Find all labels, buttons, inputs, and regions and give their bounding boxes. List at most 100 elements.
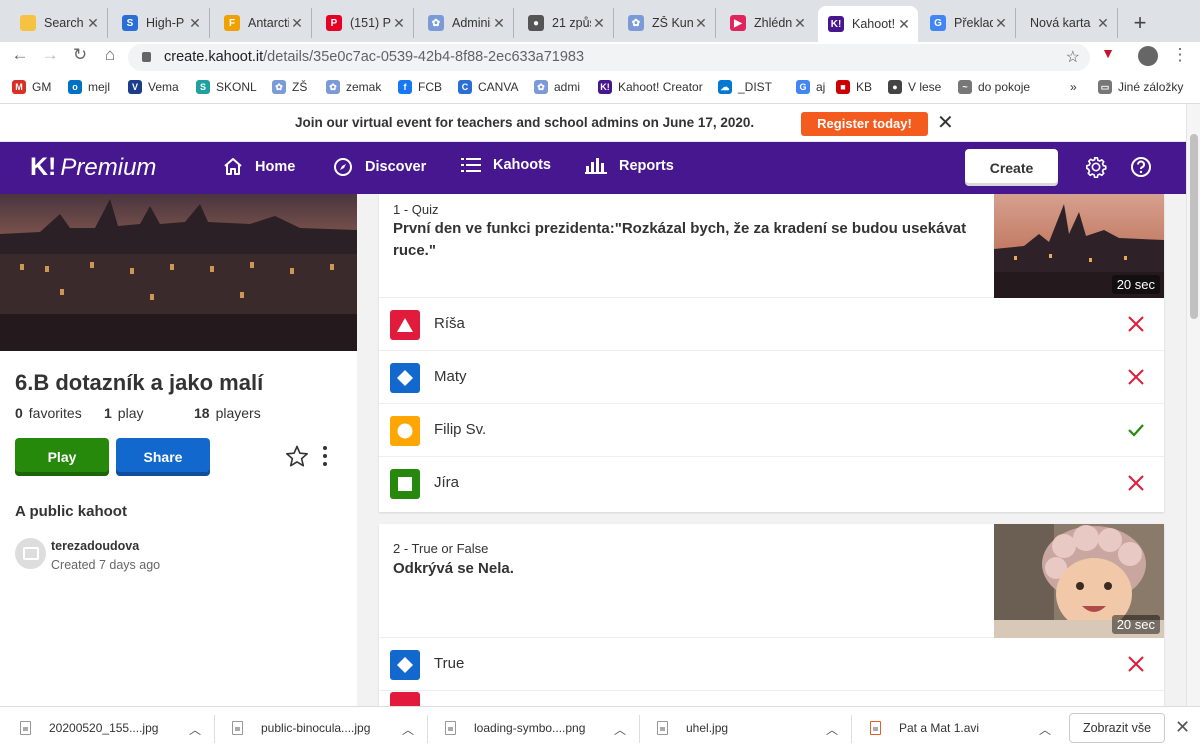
more-bookmarks-chevron[interactable]: » [1070,80,1077,94]
bookmark-item[interactable]: V Vema [128,80,179,94]
bookmark-item[interactable]: ✿ admi [534,80,580,94]
browser-tab[interactable]: ▶ Zhlédn ✕ [720,8,814,38]
nav-item-discover[interactable]: Discover [333,157,426,177]
divider [851,715,852,743]
more-options-icon[interactable] [322,446,328,468]
tab-close-icon[interactable]: ✕ [693,15,709,32]
share-button[interactable]: Share [116,438,210,476]
chevron-up-icon[interactable]: ︿ [402,721,414,738]
folder-icon: ▭ [1098,80,1112,94]
close-icon[interactable]: ✕ [937,110,954,135]
bookmark-item[interactable]: K! Kahoot! Creator [598,80,703,94]
browser-tab[interactable]: ● 21 způs✕ [518,8,614,38]
download-filename: public-binocula....jpg [261,721,371,735]
bookmark-label: do pokoje [978,80,1031,94]
bookmark-item[interactable]: M GM [12,80,51,94]
wrong-cross-icon [1128,475,1144,491]
answer-label: Filip Sv. [434,421,487,438]
download-item[interactable]: loading-symbo....png [445,721,585,735]
author-avatar[interactable] [15,538,46,569]
download-item[interactable]: public-binocula....jpg [232,721,370,735]
show-all-downloads-button[interactable]: Zobrazit vše [1069,713,1165,743]
create-button[interactable]: Create [965,149,1058,186]
answer-label: Maty [434,368,467,385]
favorite-star-icon[interactable] [285,445,309,468]
chevron-up-icon[interactable]: ︿ [1039,721,1051,738]
author-name[interactable]: terezadoudova [51,539,139,553]
tab-close-icon[interactable]: ✕ [85,15,101,32]
nav-item-reports[interactable]: Reports [585,157,674,174]
bookmark-item[interactable]: ● V lese [888,80,941,94]
bookmark-favicon-icon: ☁ [718,80,732,94]
tab-close-icon[interactable]: ✕ [792,15,808,32]
extension-icon[interactable]: ▼ [1096,45,1120,61]
browser-tab[interactable]: S High-P ✕ [112,8,210,38]
nav-item-kahoots[interactable]: Kahoots [461,157,551,173]
answer-label: Jíra [434,474,460,491]
tab-close-icon[interactable]: ✕ [289,15,305,32]
tab-close-icon[interactable]: ✕ [993,15,1009,32]
download-item[interactable]: 20200520_155....jpg [20,721,158,735]
help-icon[interactable] [1130,156,1152,178]
tab-close-icon[interactable]: ✕ [896,16,912,33]
bookmark-label: admi [554,80,581,94]
browser-tab[interactable]: P (151) Pi ✕ [316,8,414,38]
other-bookmarks-folder[interactable]: ▭ Jiné záložky [1098,80,1183,94]
browser-tab-strip: Search ✕ S High-P ✕ F Antarcti ✕ P (151) Pi ✕ ✿ Admi… [0,0,1200,42]
forward-arrow-icon[interactable]: → [38,45,62,65]
question-card-2[interactable]: 2 - True or False Odkrývá se Nela. 20 se… [379,524,1164,706]
bookmark-star-icon[interactable]: ☆ [1066,44,1080,71]
bookmark-item[interactable]: o mejl [68,80,110,94]
bookmark-item[interactable]: Gaj [796,80,825,94]
close-icon[interactable]: ✕ [1175,717,1190,738]
home-browser-icon[interactable]: ⌂ [98,45,122,65]
bookmark-item[interactable]: ☁ _DIST [718,80,772,94]
bookmark-item[interactable]: C CANVA [458,80,518,94]
download-item[interactable]: Pat a Mat 1.avi [870,721,979,735]
tab-title: Search [44,16,84,30]
question-card-1[interactable]: 1 - Quiz První den ve funkci prezidenta:… [379,194,1164,512]
browser-tab[interactable]: ✿ Adminis✕ [418,8,514,38]
tab-close-icon[interactable]: ✕ [1095,15,1111,32]
chevron-up-icon[interactable]: ︿ [826,721,838,738]
play-button[interactable]: Play [15,438,109,476]
bookmark-item[interactable]: ~ do pokoje [958,80,1030,94]
page-scrollbar[interactable] [1186,104,1200,706]
gear-icon[interactable] [1085,156,1107,178]
tab-close-icon[interactable]: ✕ [391,15,407,32]
browser-tab[interactable]: G Překlad ✕ [920,8,1016,38]
tab-close-icon[interactable]: ✕ [187,15,203,32]
download-item[interactable]: uhel.jpg [657,721,728,735]
tab-favicon-icon: ✿ [628,15,644,31]
plays-stat: 1 play [104,405,143,421]
bookmark-item[interactable]: ✿ zemak [326,80,381,94]
menu-dots-icon[interactable]: ⋮ [1168,45,1192,65]
register-button[interactable]: Register today! [801,112,928,136]
bookmark-item[interactable]: f FCB [398,80,442,94]
browser-tab[interactable]: K! Kahoot! ✕ [818,6,918,42]
bookmark-favicon-icon: S [196,80,210,94]
download-filename: loading-symbo....png [474,721,586,735]
bookmark-item[interactable]: ■ KB [836,80,872,94]
browser-tab[interactable]: Nová karta ✕ [1020,8,1118,38]
browser-tab[interactable]: Search ✕ [10,8,108,38]
browser-tab[interactable]: F Antarcti ✕ [214,8,312,38]
bookmark-item[interactable]: ✿ ZŠ [272,80,307,94]
tab-close-icon[interactable]: ✕ [591,15,607,32]
back-arrow-icon[interactable]: ← [8,45,32,65]
tab-close-icon[interactable]: ✕ [491,15,507,32]
reload-icon[interactable]: ↻ [68,45,92,65]
nav-item-home[interactable]: Home [223,157,295,176]
browser-tab[interactable]: ✿ ZŠ Kun ✕ [618,8,716,38]
chevron-up-icon[interactable]: ︿ [614,721,626,738]
kahoot-premium-logo[interactable]: K! Premium [30,153,156,182]
scrollbar-thumb[interactable] [1190,134,1198,319]
chevron-up-icon[interactable]: ︿ [189,721,201,738]
square-icon [390,469,420,499]
new-tab-button[interactable]: + [1128,10,1152,36]
address-bar[interactable]: create.kahoot.it/details/35e0c7ac-0539-4… [128,44,1090,71]
bookmarks-bar: M GM o mejl V Vema S SKONL ✿ ZŠ ✿ zemak f FCB C CANVA ✿ a… [0,72,1200,104]
profile-avatar[interactable] [1138,46,1158,66]
bookmark-item[interactable]: S SKONL [196,80,257,94]
tab-title: (151) Pi [350,16,391,30]
